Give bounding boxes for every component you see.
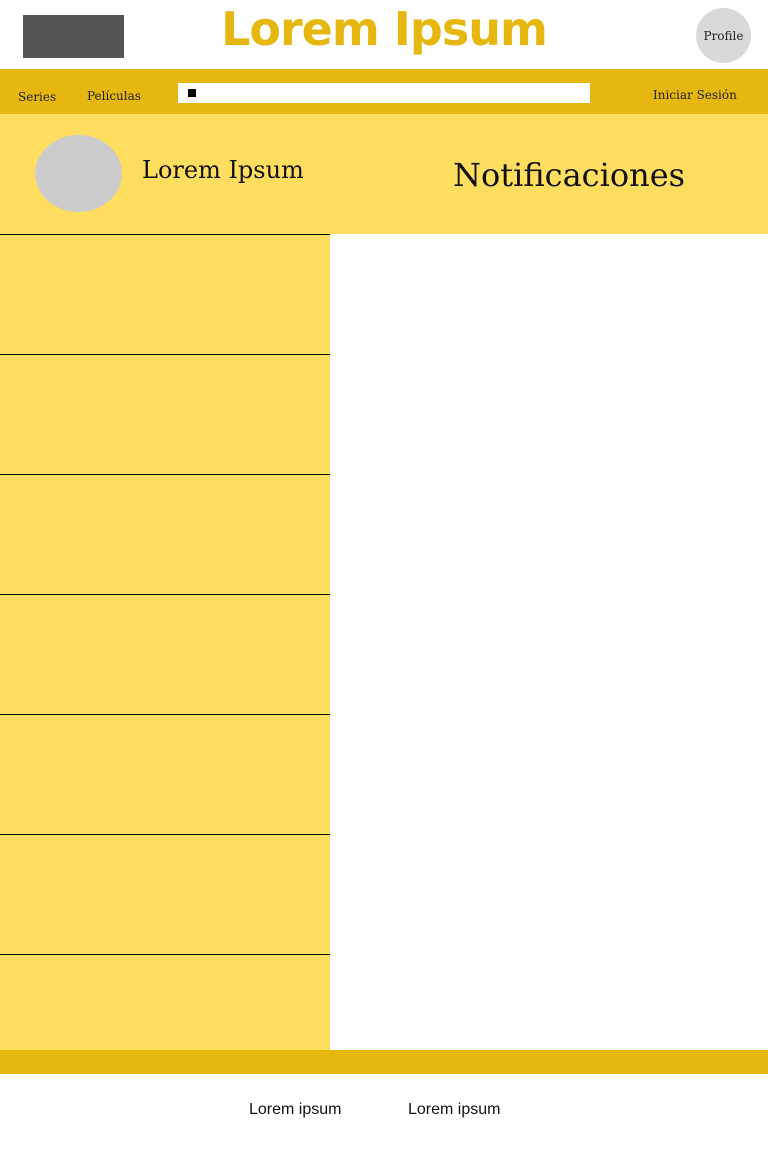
profile-button[interactable]: Profile xyxy=(696,8,751,63)
sidebar-item[interactable] xyxy=(0,474,330,594)
nav-link-series[interactable]: Series xyxy=(18,90,56,104)
footer-link[interactable]: Lorem ipsum xyxy=(408,1101,500,1119)
user-name: Lorem Ipsum xyxy=(142,156,304,184)
sidebar-item[interactable] xyxy=(0,594,330,714)
login-link[interactable]: Iniciar Sesión xyxy=(653,88,737,102)
profile-header: Lorem Ipsum Notificaciones xyxy=(0,114,768,234)
footer-link[interactable]: Lorem ipsum xyxy=(249,1101,341,1119)
top-navigation-bar: Series Películas Iniciar Sesión xyxy=(0,69,768,114)
footer-bar xyxy=(0,1050,768,1074)
sidebar-item[interactable] xyxy=(0,234,330,354)
sidebar-item[interactable] xyxy=(0,714,330,834)
search-icon xyxy=(188,89,196,97)
notifications-title: Notificaciones xyxy=(452,156,686,194)
sidebar-item[interactable] xyxy=(0,834,330,954)
site-title: Lorem Ipsum xyxy=(221,2,548,56)
nav-link-peliculas[interactable]: Películas xyxy=(87,89,141,103)
avatar xyxy=(35,135,122,212)
profile-button-label: Profile xyxy=(703,28,744,43)
search-input[interactable] xyxy=(178,83,590,103)
sidebar-item[interactable] xyxy=(0,354,330,474)
sidebar xyxy=(0,234,330,1050)
